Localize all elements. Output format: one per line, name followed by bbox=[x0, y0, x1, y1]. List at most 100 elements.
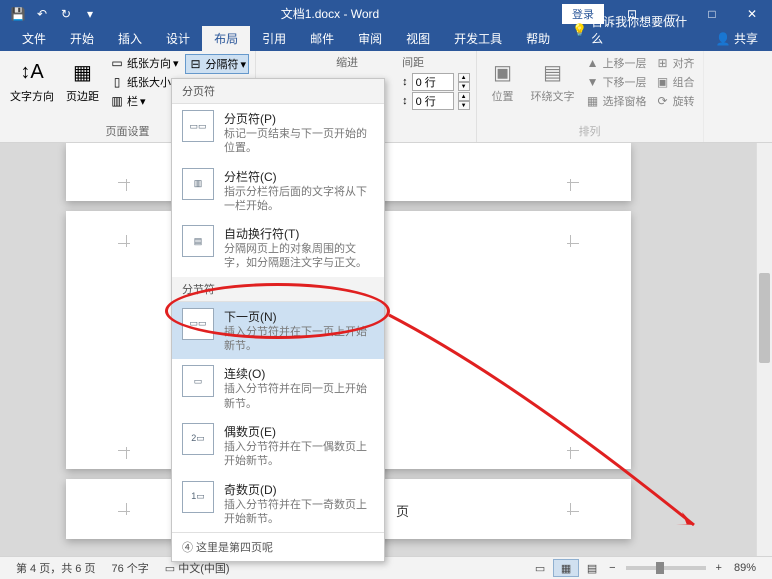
dropdown-section-page-breaks: 分页符 bbox=[172, 79, 384, 104]
forward-icon: ▲ bbox=[585, 55, 601, 71]
ribbon: ↕A 文字方向 ▦ 页边距 ▭纸张方向▾ ▯纸张大小▾ ▥栏▾ ⊟分隔符▾ 页面… bbox=[0, 51, 772, 143]
spacing-before-row: ↕ ▲▼ bbox=[402, 73, 470, 91]
orientation-icon: ▭ bbox=[109, 55, 125, 71]
document-title: 文档1.docx - Word bbox=[98, 5, 562, 22]
tab-insert[interactable]: 插入 bbox=[106, 26, 154, 51]
tab-home[interactable]: 开始 bbox=[58, 26, 106, 51]
page-text: 页 bbox=[396, 501, 409, 520]
page-info[interactable]: 第 4 页，共 6 页 bbox=[8, 560, 103, 576]
redo-icon[interactable]: ↻ bbox=[58, 6, 74, 22]
wrap-button[interactable]: ▤环绕文字 bbox=[527, 54, 579, 106]
tab-references[interactable]: 引用 bbox=[250, 26, 298, 51]
size-button[interactable]: ▯纸张大小▾ bbox=[107, 73, 181, 91]
view-web-button[interactable]: ▤ bbox=[579, 559, 605, 577]
group-objects-button[interactable]: ▣组合 bbox=[653, 73, 697, 91]
dropdown-footer: ④ 这里是第四页呢 bbox=[172, 532, 384, 561]
tab-review[interactable]: 审阅 bbox=[346, 26, 394, 51]
align-button[interactable]: ⊞对齐 bbox=[653, 54, 697, 72]
zoom-slider[interactable] bbox=[626, 566, 706, 570]
group-arrange: ▣位置 ▤环绕文字 ▲上移一层 ▼下移一层 ▦选择窗格 ⊞对齐 ▣组合 ⟳旋转 … bbox=[477, 51, 704, 142]
spacing-after-input[interactable] bbox=[412, 92, 454, 110]
language-status[interactable]: ▭ 中文(中国) bbox=[157, 560, 238, 576]
break-item-next-page[interactable]: ▭▭ 下一页(N)插入分节符并在下一页上开始新节。 bbox=[172, 302, 384, 360]
tab-mailings[interactable]: 邮件 bbox=[298, 26, 346, 51]
zoom-out-icon[interactable]: − bbox=[605, 562, 619, 574]
position-label: 位置 bbox=[492, 88, 514, 104]
backward-label: 下移一层 bbox=[603, 74, 647, 90]
columns-button[interactable]: ▥栏▾ bbox=[107, 92, 181, 110]
break-item-desc: 插入分节符并在同一页上开始新节。 bbox=[224, 382, 374, 411]
breaks-button[interactable]: ⊟分隔符▾ bbox=[185, 54, 250, 74]
text-direction-label: 文字方向 bbox=[10, 88, 54, 104]
tab-view[interactable]: 视图 bbox=[394, 26, 442, 51]
spacing-after-icon: ↕ bbox=[402, 95, 408, 107]
breaks-label: 分隔符 bbox=[206, 56, 239, 72]
rotate-icon: ⟳ bbox=[655, 93, 671, 109]
size-icon: ▯ bbox=[109, 74, 125, 90]
save-icon[interactable]: 💾 bbox=[10, 6, 26, 22]
tell-me[interactable]: 💡 告诉我你想要做什么 bbox=[562, 9, 702, 51]
wrap-label: 环绕文字 bbox=[531, 88, 575, 104]
close-icon[interactable]: ✕ bbox=[732, 0, 772, 27]
view-print-button[interactable]: ▦ bbox=[553, 559, 579, 577]
position-icon: ▣ bbox=[487, 56, 519, 88]
break-item-continuous[interactable]: ▭ 连续(O)插入分节符并在同一页上开始新节。 bbox=[172, 359, 384, 417]
view-read-button[interactable]: ▭ bbox=[527, 559, 553, 577]
margins-label: 页边距 bbox=[66, 88, 99, 104]
spin-down-icon[interactable]: ▼ bbox=[458, 101, 470, 110]
margins-button[interactable]: ▦ 页边距 bbox=[62, 54, 103, 106]
backward-icon: ▼ bbox=[585, 74, 601, 90]
break-item-desc: 插入分节符并在下一奇数页上开始新节。 bbox=[224, 498, 374, 527]
vertical-scrollbar[interactable] bbox=[756, 143, 772, 556]
break-item-text-wrapping[interactable]: ▤ 自动换行符(T)分隔网页上的对象周围的文字，如分隔题注文字与正文。 bbox=[172, 219, 384, 277]
share-button[interactable]: 👤 共享 bbox=[702, 26, 772, 51]
language-icon: ▭ bbox=[165, 563, 175, 575]
tab-file[interactable]: 文件 bbox=[10, 26, 58, 51]
tab-layout[interactable]: 布局 bbox=[202, 26, 250, 51]
break-item-desc: 插入分节符并在下一偶数页上开始新节。 bbox=[224, 440, 374, 469]
columns-label: 栏 bbox=[127, 93, 138, 109]
size-label: 纸张大小 bbox=[127, 74, 171, 90]
selection-pane-icon: ▦ bbox=[585, 93, 601, 109]
undo-icon[interactable]: ↶ bbox=[34, 6, 50, 22]
scroll-thumb[interactable] bbox=[759, 273, 770, 363]
word-count[interactable]: 76 个字 bbox=[103, 560, 156, 576]
spacing-before-icon: ↕ bbox=[402, 76, 408, 88]
break-item-title: 分栏符(C) bbox=[224, 168, 374, 185]
align-icon: ⊞ bbox=[655, 55, 671, 71]
backward-button[interactable]: ▼下移一层 bbox=[583, 73, 649, 91]
indent-header: 缩进 bbox=[336, 54, 358, 72]
odd-page-break-icon: 1▭ bbox=[182, 481, 214, 513]
spin-down-icon[interactable]: ▼ bbox=[458, 82, 470, 91]
spin-up-icon[interactable]: ▲ bbox=[458, 73, 470, 82]
position-button[interactable]: ▣位置 bbox=[483, 54, 523, 106]
text-direction-button[interactable]: ↕A 文字方向 bbox=[6, 54, 58, 106]
tab-help[interactable]: 帮助 bbox=[514, 26, 562, 51]
tab-developer[interactable]: 开发工具 bbox=[442, 26, 514, 51]
qat-dropdown-icon[interactable]: ▾ bbox=[82, 6, 98, 22]
document-area: 页 bbox=[0, 143, 772, 556]
zoom-knob[interactable] bbox=[656, 562, 664, 574]
tab-design[interactable]: 设计 bbox=[154, 26, 202, 51]
spin-up-icon[interactable]: ▲ bbox=[458, 92, 470, 101]
break-item-odd-page[interactable]: 1▭ 奇数页(D)插入分节符并在下一奇数页上开始新节。 bbox=[172, 475, 384, 533]
rotate-button[interactable]: ⟳旋转 bbox=[653, 92, 697, 110]
wrap-icon: ▤ bbox=[537, 56, 569, 88]
break-item-even-page[interactable]: 2▭ 偶数页(E)插入分节符并在下一偶数页上开始新节。 bbox=[172, 417, 384, 475]
even-page-break-icon: 2▭ bbox=[182, 423, 214, 455]
forward-button[interactable]: ▲上移一层 bbox=[583, 54, 649, 72]
zoom-in-icon[interactable]: + bbox=[712, 562, 726, 574]
break-item-page[interactable]: ▭▭ 分页符(P)标记一页结束与下一页开始的位置。 bbox=[172, 104, 384, 162]
share-label: 共享 bbox=[734, 32, 758, 46]
chevron-down-icon: ▾ bbox=[173, 57, 179, 70]
spacing-before-input[interactable] bbox=[412, 73, 454, 91]
selection-pane-label: 选择窗格 bbox=[603, 93, 647, 109]
spacing-after-row: ↕ ▲▼ bbox=[402, 92, 470, 110]
selection-pane-button[interactable]: ▦选择窗格 bbox=[583, 92, 649, 110]
break-item-column[interactable]: ▥ 分栏符(C)指示分栏符后面的文字将从下一栏开始。 bbox=[172, 162, 384, 220]
next-page-break-icon: ▭▭ bbox=[182, 308, 214, 340]
orientation-label: 纸张方向 bbox=[127, 55, 171, 71]
zoom-level[interactable]: 89% bbox=[726, 562, 764, 574]
bulb-icon: 💡 bbox=[572, 23, 587, 37]
orientation-button[interactable]: ▭纸张方向▾ bbox=[107, 54, 181, 72]
